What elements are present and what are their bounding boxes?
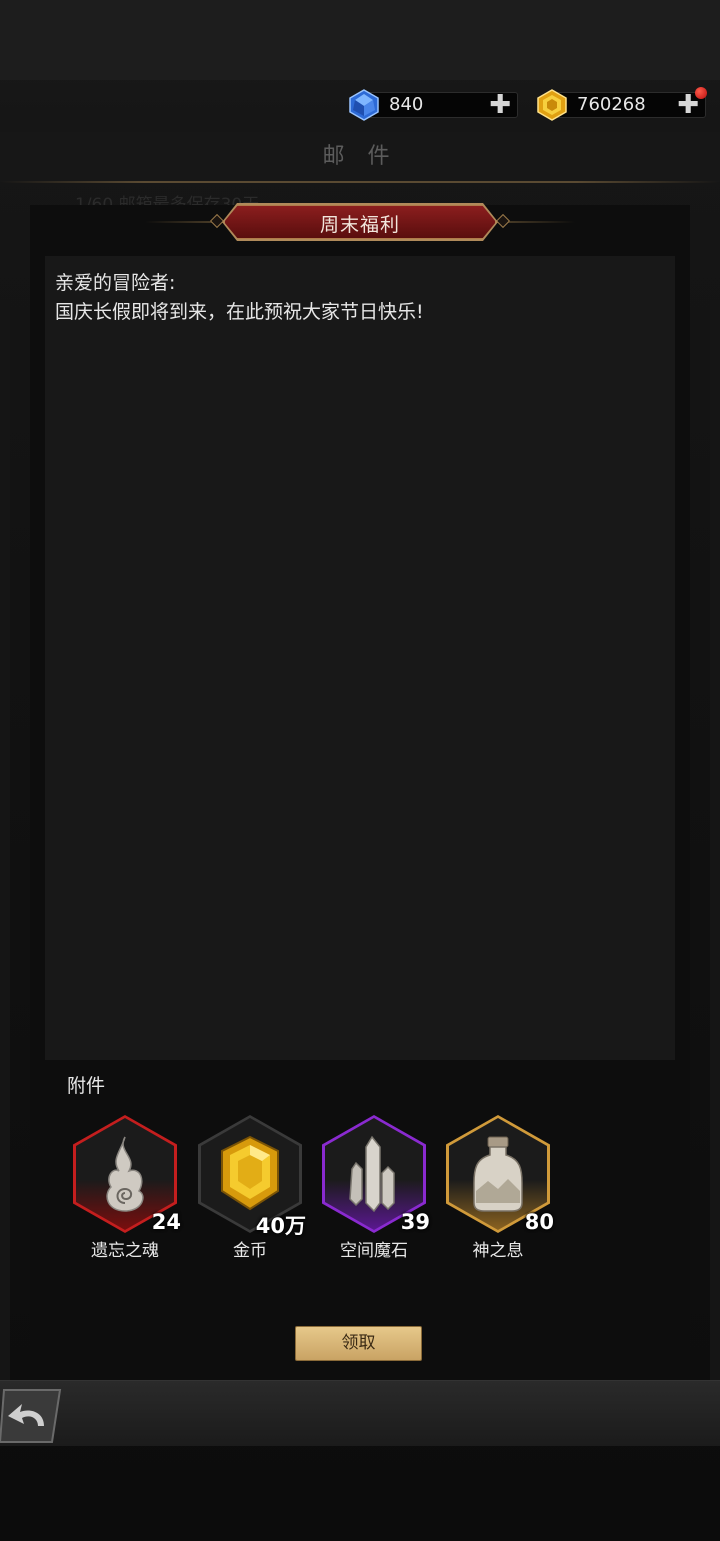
item-quantity: 39: [400, 1210, 430, 1234]
item-name-gold: 金币: [233, 1241, 267, 1261]
gold-gem-icon: [535, 88, 569, 122]
gold-coin-gem-icon: [221, 1135, 279, 1211]
left-rail: [0, 300, 10, 1380]
item-name-breath: 神之息: [472, 1241, 524, 1261]
notification-dot: [695, 87, 707, 99]
item-quantity: 24: [151, 1210, 181, 1234]
attachments-label: 附件: [67, 1075, 106, 1097]
page-title: 邮 件: [322, 144, 398, 169]
attachment-item-gold[interactable]: 40万: [198, 1115, 306, 1238]
mail-content-box: [45, 256, 675, 1060]
crystal-cluster-icon: [349, 1135, 395, 1213]
attachment-item-soul[interactable]: 24: [73, 1115, 181, 1235]
item-quantity: 80: [524, 1210, 554, 1234]
mail-title: 周末福利: [319, 214, 400, 236]
claim-button[interactable]: 领取: [295, 1326, 422, 1361]
potion-jar-icon: [473, 1136, 523, 1212]
mail-greeting: 亲爱的冒险者:: [55, 272, 176, 294]
item-name-soul: 遗忘之魂: [91, 1241, 159, 1261]
attachment-item-breath[interactable]: 80: [446, 1115, 554, 1235]
item-name-crystal: 空间魔石: [340, 1241, 408, 1261]
soul-flame-icon: [106, 1136, 144, 1212]
blue-gem-icon: [347, 88, 381, 122]
add-gems-button[interactable]: ✚: [489, 91, 511, 119]
back-arrow-icon: [0, 1389, 62, 1443]
gem-currency: 840 ✚: [349, 89, 518, 121]
mail-body: 国庆长假即将到来，在此预祝大家节日快乐!: [55, 301, 424, 323]
right-rail: [710, 300, 720, 1380]
gold-amount: 760268: [577, 94, 646, 115]
back-button[interactable]: [0, 1386, 64, 1446]
gem-amount: 840: [389, 94, 424, 115]
top-bar: [0, 0, 720, 80]
bottom-bar: [0, 1380, 720, 1446]
title-divider: [0, 181, 720, 183]
gold-currency: 760268 ✚: [537, 87, 707, 121]
attachment-item-crystal[interactable]: 39: [322, 1115, 430, 1235]
